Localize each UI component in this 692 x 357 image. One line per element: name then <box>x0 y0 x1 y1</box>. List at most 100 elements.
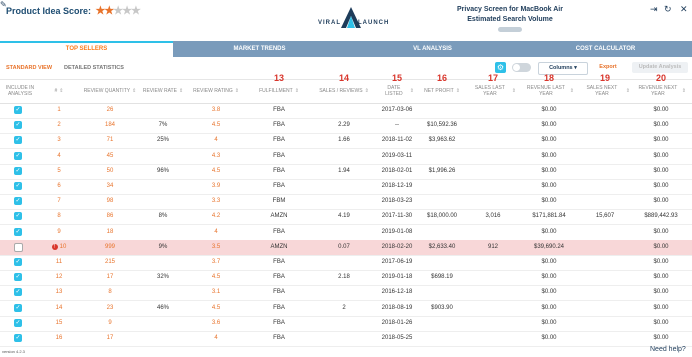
cell-revenue-next-year: $0.00 <box>636 240 686 255</box>
include-checkbox[interactable]: ✓ <box>14 106 22 114</box>
cell-text: 2017-11-30 <box>381 213 413 220</box>
cell-revenue-last-year: $0.00 <box>524 331 574 346</box>
col-review-quantity[interactable]: REVIEW QUANTITY ⇕ <box>82 79 138 103</box>
table-row[interactable]: ✓ 9 18 4 FBA 2019-01-08 $0.00 $0.00 <box>0 225 692 241</box>
table-row[interactable]: ✓ 5 50 96% 4.5 FBA 1.94 2018-02-01 $1,996.26 $0.0… <box>0 164 692 180</box>
cell-sales-reviews: 4.19 <box>314 209 374 224</box>
cell-net-profit: $903.90 <box>418 301 466 316</box>
export-icon[interactable]: ⇥ <box>650 4 658 15</box>
tab-cost-calculator[interactable]: COST CALCULATOR <box>519 41 692 57</box>
include-checkbox[interactable]: ✓ <box>14 151 22 160</box>
table-row[interactable]: ✓ 13 8 3.1 FBA 2016-12-18 $0.00 $0.00 <box>0 285 692 302</box>
cell-text: 2019-01-18 <box>381 274 413 281</box>
include-checkbox[interactable]: ✓ <box>14 288 22 297</box>
cell-text: $3,963.62 <box>428 137 456 144</box>
help-link[interactable]: Need help? <box>650 346 686 353</box>
table-row[interactable]: ✓ 4 45 4.3 FBA 2019-03-11 $0.00 $0.00 <box>0 149 692 165</box>
col-net-profit[interactable]: 16 NET PROFIT ⇕ <box>418 74 466 103</box>
col-include[interactable]: INCLUDE IN ANALYSIS <box>0 79 40 103</box>
cell-review-quantity: 17 <box>82 270 138 285</box>
detailed-statistics-tab[interactable]: DETAILED STATISTICS <box>64 65 124 71</box>
cell-review-quantity: 184 <box>82 118 138 133</box>
include-checkbox[interactable]: ✓ <box>14 182 22 190</box>
table-row[interactable]: ✓ 7 98 3.3 FBM 2018-03-23 $0.00 $0.00 <box>0 194 692 211</box>
include-checkbox[interactable]: ✓ <box>14 318 22 327</box>
include-checkbox[interactable] <box>14 242 23 252</box>
cell-text: 4 <box>57 152 61 159</box>
table-row[interactable]: ✓ 3 71 25% 4 FBA 1.66 2018-11-02 $3,963.62 $0.00 $… <box>0 133 692 150</box>
viral-launch-logo: VIRAL LAUNCH <box>316 4 388 34</box>
table-row[interactable]: ✓ 11 215 3.7 FBA 2017-06-19 $0.00 $0.00 <box>0 255 692 271</box>
export-button[interactable]: Export <box>590 62 626 73</box>
settings-gear-icon[interactable]: ⚙ <box>495 62 506 73</box>
include-checkbox[interactable]: ✓ <box>14 303 22 312</box>
include-checkbox[interactable]: ✓ <box>14 258 22 266</box>
cell-text: 4.5 <box>211 274 221 281</box>
cell-text: $0.00 <box>653 167 669 174</box>
table-row[interactable]: ✓ 2 184 7% 4.5 FBA 2.29 -- $10,592.36 $0.00 $0.00 <box>0 118 692 135</box>
cell-fulfillment: FBA <box>244 225 314 240</box>
refresh-icon[interactable]: ↻ <box>664 4 672 15</box>
col-sales-last-year[interactable]: 17 SALES LAST YEAR ⇕ <box>470 74 516 103</box>
table-row[interactable]: ✓ 16 17 4 FBA 2018-05-25 $0.00 $0.00 <box>0 331 692 347</box>
update-analysis-button[interactable]: Update Analysis <box>632 62 688 73</box>
tab-vl-analysis[interactable]: VL ANALYSIS <box>346 41 519 57</box>
include-checkbox[interactable]: ✓ <box>14 334 22 342</box>
cell-text: 15,607 <box>595 213 615 220</box>
cell-sales-reviews: 1.66 <box>314 133 374 148</box>
cell-review-rate: 8% <box>140 209 186 224</box>
close-icon[interactable]: ✕ <box>680 4 688 15</box>
table-row[interactable]: ✓ 8 86 8% 4.2 AMZN 4.19 2017-11-30 $18,000.00 3,0… <box>0 209 692 226</box>
include-checkbox[interactable]: ✓ <box>14 273 22 282</box>
tab-market-trends[interactable]: MARKET TRENDS <box>173 41 346 57</box>
table-row[interactable]: ! 10 999 9% 3.5 AMZN 0.07 2018-02-20 $2,633.40 91… <box>0 239 692 256</box>
col-review-rate[interactable]: REVIEW RATE ⇕ <box>140 79 186 103</box>
logo-text-left: VIRAL <box>318 20 341 26</box>
cell-revenue-last-year: $0.00 <box>524 179 574 194</box>
view-toggle[interactable] <box>512 63 531 72</box>
cell-text: 15 <box>55 319 63 326</box>
cell-date-listed: 2018-08-19 <box>380 301 414 316</box>
cell-text: 4 <box>214 335 218 341</box>
cell-fulfillment: FBA <box>244 164 314 179</box>
cell-review-rate <box>140 316 186 331</box>
include-checkbox[interactable]: ✓ <box>14 136 22 145</box>
cell-review-rating: 3.6 <box>192 316 240 331</box>
table-row[interactable]: ✓ 6 34 3.9 FBA 2018-12-19 $0.00 $0.00 <box>0 179 692 195</box>
cell-text: $0.00 <box>653 198 669 205</box>
col-number[interactable]: # ⇕ <box>44 79 74 103</box>
col-revenue-last-year[interactable]: 18 REVENUE LAST YEAR ⇕ <box>524 74 574 103</box>
col-date-listed[interactable]: 15 DATE LISTED ⇕ <box>380 74 414 103</box>
cell-review-rating: 4 <box>192 331 240 346</box>
table-row[interactable]: ✓ 15 9 3.6 FBA 2018-01-26 $0.00 $0.00 <box>0 316 692 332</box>
cell-sales-reviews <box>314 316 374 331</box>
table-row[interactable]: ✓ 14 23 46% 4.5 FBA 2 2018-08-19 $903.90 $0.00 $0.… <box>0 301 692 317</box>
cell-row-number: ! 10 <box>44 240 74 255</box>
cell-net-profit <box>418 316 466 331</box>
cell-text: FBA <box>273 289 285 296</box>
col-revenue-next-year[interactable]: 20 REVENUE NEXT YEAR ⇕ <box>636 74 686 103</box>
standard-view-tab[interactable]: STANDARD VIEW <box>6 65 52 71</box>
include-checkbox[interactable]: ✓ <box>14 166 22 175</box>
product-title: Privacy Screen for MacBook Air <box>457 6 563 13</box>
col-fulfillment[interactable]: 13 FULFILLMENT ⇕ <box>244 74 314 103</box>
include-checkbox[interactable]: ✓ <box>14 212 22 221</box>
include-checkbox[interactable]: ✓ <box>14 227 22 236</box>
include-checkbox[interactable]: ✓ <box>14 121 22 130</box>
col-sales-next-year[interactable]: 19 SALES NEXT YEAR ⇕ <box>580 74 630 103</box>
cell-text: 3.6 <box>211 319 221 326</box>
include-checkbox[interactable]: ✓ <box>14 197 22 206</box>
cell-fulfillment: FBA <box>244 103 314 118</box>
cell-fulfillment: FBA <box>244 255 314 270</box>
cell-text: 96% <box>156 167 169 174</box>
cell-text: 9 <box>108 319 112 326</box>
tab-top-sellers[interactable]: TOP SELLERS <box>0 41 173 57</box>
table-row[interactable]: ✓ 1 26 3.8 FBA 2017-03-06 $0.00 $0.00 <box>0 103 692 119</box>
col-sales-reviews[interactable]: 14 SALES / REVIEWS ⇕ <box>314 74 374 103</box>
cell-sales-next-year <box>580 225 630 240</box>
cell-sales-next-year <box>580 270 630 285</box>
table-row[interactable]: ✓ 12 17 32% 4.5 FBA 2.18 2019-01-18 $698.19 $0.00… <box>0 270 692 287</box>
col-review-rating[interactable]: REVIEW RATING ⇕ <box>192 79 240 103</box>
cell-text: 7 <box>57 198 61 205</box>
cell-review-quantity: 23 <box>82 301 138 316</box>
